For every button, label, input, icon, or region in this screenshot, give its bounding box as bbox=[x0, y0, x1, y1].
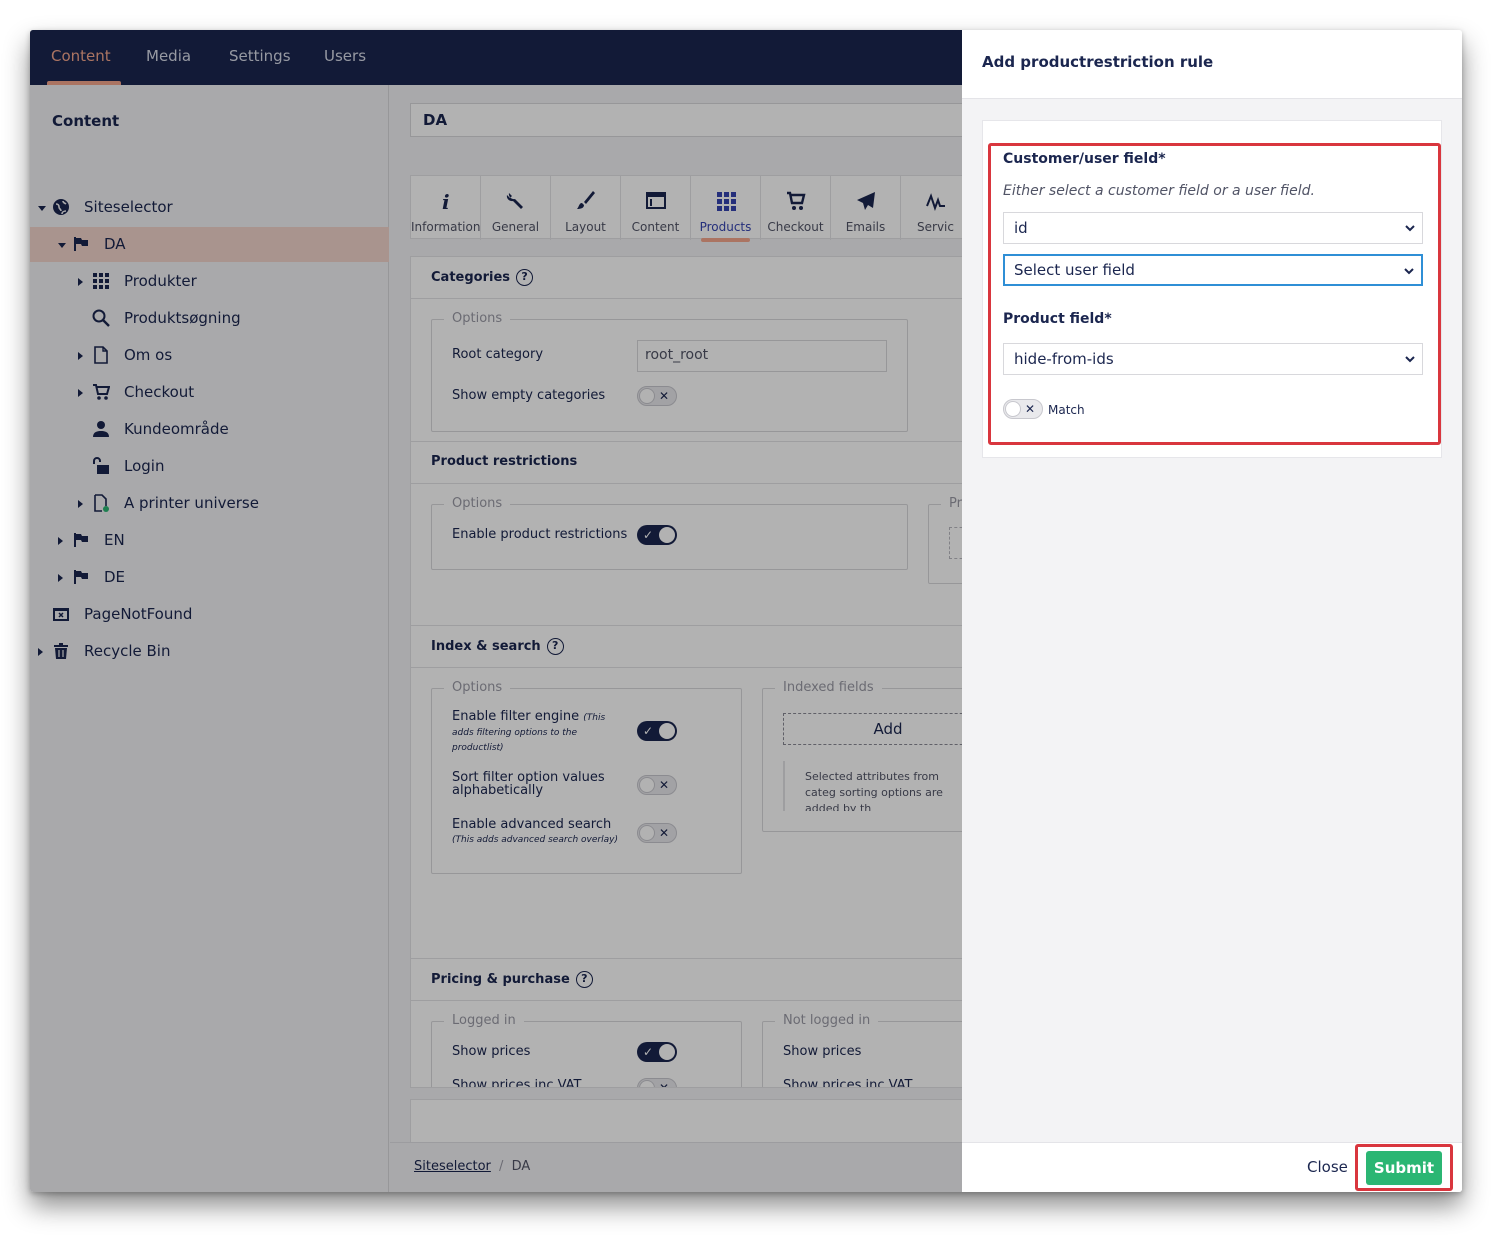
modal-backdrop[interactable] bbox=[30, 30, 962, 1192]
add-restriction-dialog: Add productrestriction rule Customer/use… bbox=[962, 30, 1462, 1192]
submit-highlight-box bbox=[1355, 1144, 1453, 1191]
form-highlight-box bbox=[988, 143, 1441, 445]
app-window: Content Media Settings Users Content Sit… bbox=[30, 30, 1462, 1192]
dialog-title: Add productrestriction rule bbox=[962, 30, 1462, 99]
close-button[interactable]: Close bbox=[1307, 1158, 1348, 1176]
